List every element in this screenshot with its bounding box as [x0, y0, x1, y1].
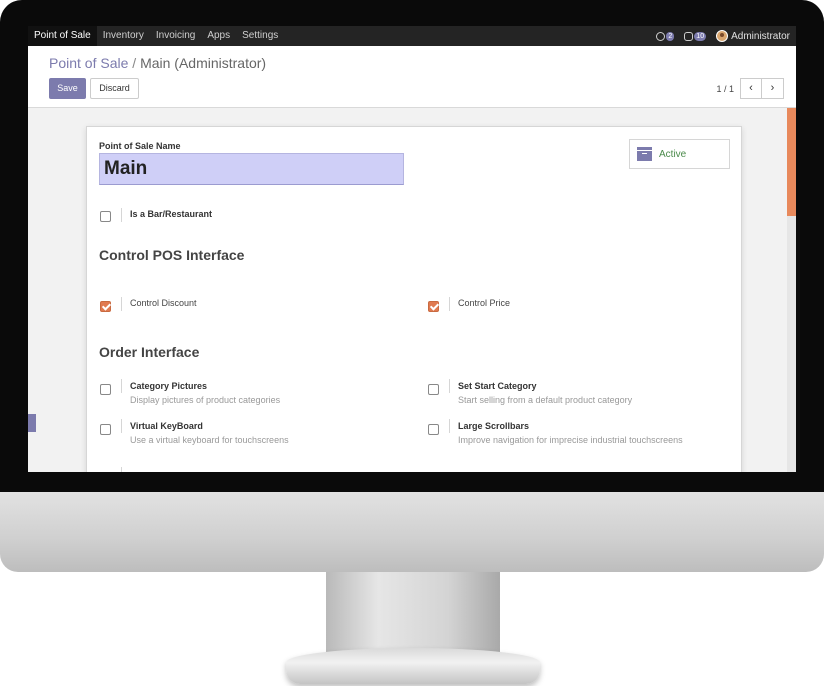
messages-menu[interactable]: 10: [684, 31, 707, 41]
user-name: Administrator: [731, 30, 790, 42]
control-discount-checkbox[interactable]: [100, 301, 111, 312]
divider: [449, 297, 450, 311]
pager-value: 1 / 1: [716, 83, 734, 94]
form-content-area: Point of Sale Name Main Active Is a Bar/…: [28, 108, 796, 472]
divider: [449, 419, 450, 433]
nav-item-inventory[interactable]: Inventory: [97, 26, 150, 46]
screen: Point of Sale Inventory Invoicing Apps S…: [28, 26, 796, 472]
divider: [449, 379, 450, 393]
save-button[interactable]: Save: [49, 78, 86, 99]
archive-icon: [637, 147, 652, 161]
user-menu[interactable]: Administrator: [716, 30, 790, 42]
pager: 1 / 1 ‹ ›: [716, 78, 784, 99]
discard-button[interactable]: Discard: [90, 78, 139, 99]
scrollbar-thumb[interactable]: [787, 108, 796, 216]
side-tab-marker: [28, 414, 36, 432]
top-nav-bar: Point of Sale Inventory Invoicing Apps S…: [28, 26, 796, 46]
activity-menu[interactable]: 2: [656, 31, 675, 41]
set-start-category-description: Start selling from a default product cat…: [458, 395, 633, 405]
order-interface-heading: Order Interface: [99, 344, 200, 360]
control-panel: Point of Sale / Main (Administrator) Sav…: [28, 46, 796, 108]
clock-icon: [656, 31, 666, 41]
control-pos-interface-heading: Control POS Interface: [99, 247, 245, 263]
large-scrollbars-description: Improve navigation for imprecise industr…: [458, 435, 683, 445]
virtual-keyboard-description: Use a virtual keyboard for touchscreens: [130, 435, 289, 445]
divider: [121, 297, 122, 311]
nav-item-invoicing[interactable]: Invoicing: [150, 26, 201, 46]
scrollbar[interactable]: [787, 108, 796, 472]
bar-restaurant-label: Is a Bar/Restaurant: [130, 209, 213, 219]
chat-icon: [684, 31, 694, 41]
category-pictures-label: Category Pictures: [130, 381, 208, 391]
control-discount-label: Control Discount: [130, 298, 197, 308]
large-scrollbars-checkbox[interactable]: [428, 424, 439, 435]
avatar: [716, 30, 729, 42]
active-label: Active: [659, 148, 687, 160]
nav-item-point-of-sale[interactable]: Point of Sale: [28, 26, 97, 46]
monitor-frame: Point of Sale Inventory Invoicing Apps S…: [0, 0, 824, 686]
divider: [121, 208, 122, 222]
virtual-keyboard-checkbox[interactable]: [100, 424, 111, 435]
breadcrumb-separator: /: [132, 55, 137, 71]
activity-count: 2: [666, 31, 675, 41]
control-price-checkbox[interactable]: [428, 301, 439, 312]
breadcrumb: Point of Sale / Main (Administrator): [49, 55, 266, 71]
divider: [121, 419, 122, 433]
category-pictures-checkbox[interactable]: [100, 384, 111, 395]
nav-systray: 2 10 Administrator: [656, 26, 790, 46]
pos-name-input[interactable]: Main: [99, 153, 404, 185]
large-scrollbars-label: Large Scrollbars: [458, 421, 530, 431]
breadcrumb-parent-link[interactable]: Point of Sale: [49, 55, 128, 71]
set-start-category-checkbox[interactable]: [428, 384, 439, 395]
messages-count: 10: [694, 31, 707, 41]
category-pictures-description: Display pictures of product categories: [130, 395, 281, 405]
breadcrumb-current: Main (Administrator): [140, 55, 267, 71]
pager-previous-button[interactable]: ‹: [740, 78, 762, 99]
nav-item-apps[interactable]: Apps: [201, 26, 236, 46]
bar-restaurant-checkbox[interactable]: [100, 211, 111, 222]
set-start-category-label: Set Start Category: [458, 381, 537, 391]
divider: [121, 379, 122, 393]
active-toggle-button[interactable]: Active: [629, 139, 730, 169]
pager-next-button[interactable]: ›: [762, 78, 784, 99]
form-sheet: Point of Sale Name Main Active Is a Bar/…: [86, 126, 742, 472]
monitor-chin: [0, 492, 824, 572]
divider: [121, 467, 122, 472]
monitor-stand-base: [286, 648, 540, 684]
chevron-left-icon: ‹: [749, 82, 753, 94]
pos-name-label: Point of Sale Name: [99, 141, 181, 151]
chevron-right-icon: ›: [770, 82, 775, 94]
virtual-keyboard-label: Virtual KeyBoard: [130, 421, 203, 431]
nav-item-settings[interactable]: Settings: [236, 26, 284, 46]
control-price-label: Control Price: [458, 298, 511, 308]
monitor-stand-neck: [326, 572, 500, 656]
